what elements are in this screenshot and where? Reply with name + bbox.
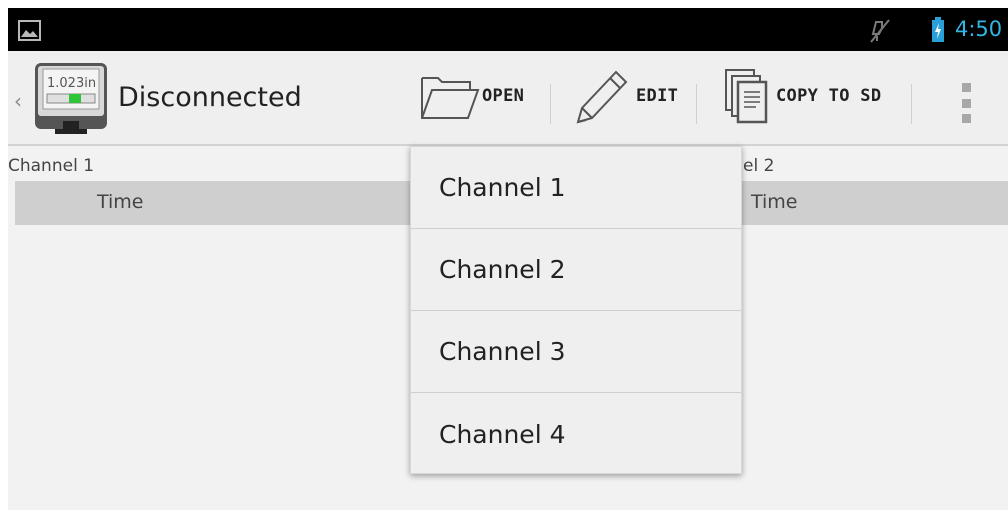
- folder-open-icon: [421, 77, 480, 119]
- menu-item-channel-2[interactable]: Channel 2: [411, 229, 741, 311]
- menu-item-channel-4[interactable]: Channel 4: [411, 393, 741, 475]
- status-time: 4:50: [955, 17, 1003, 41]
- channel-dropdown-menu: Channel 1 Channel 2 Channel 3 Channel 4: [410, 146, 742, 474]
- edit-button[interactable]: EDIT: [568, 61, 678, 131]
- action-divider: [696, 84, 697, 124]
- channel-2-column-header: Time: [741, 181, 1008, 225]
- time-header: Time: [97, 191, 144, 213]
- status-bar: 4:50: [8, 8, 1008, 51]
- copy-icon: [725, 69, 768, 124]
- copy-to-sd-button[interactable]: COPY TO SD: [720, 61, 881, 131]
- open-button[interactable]: OPEN: [418, 61, 524, 131]
- app-screen: 4:50 ‹ 1.023in Disconnected OPEN EDIT CO…: [8, 8, 1008, 510]
- app-icon-reading: 1.023in: [47, 76, 96, 91]
- app-icon[interactable]: 1.023in: [33, 61, 109, 137]
- channel-1-label: Channel 1: [8, 156, 95, 176]
- channel-1-column-header: Time: [15, 181, 415, 225]
- channel-2-label: el 2: [743, 156, 775, 176]
- battery-charging-icon: [932, 17, 944, 42]
- gallery-icon: [18, 20, 41, 41]
- edit-label: EDIT: [636, 86, 679, 106]
- time-header: Time: [751, 191, 798, 213]
- mute-icon: [870, 19, 890, 43]
- menu-item-channel-1[interactable]: Channel 1: [411, 147, 741, 229]
- action-bar: ‹ 1.023in Disconnected OPEN EDIT COPY TO…: [8, 51, 1008, 146]
- action-divider: [550, 84, 551, 124]
- open-label: OPEN: [482, 86, 525, 106]
- up-navigation-icon[interactable]: ‹: [14, 89, 22, 113]
- app-title: Disconnected: [118, 82, 302, 113]
- menu-item-channel-3[interactable]: Channel 3: [411, 311, 741, 393]
- overflow-menu-icon[interactable]: [956, 83, 976, 123]
- pencil-icon: [576, 70, 628, 124]
- copy-to-sd-label: COPY TO SD: [776, 86, 882, 106]
- action-divider: [911, 84, 912, 124]
